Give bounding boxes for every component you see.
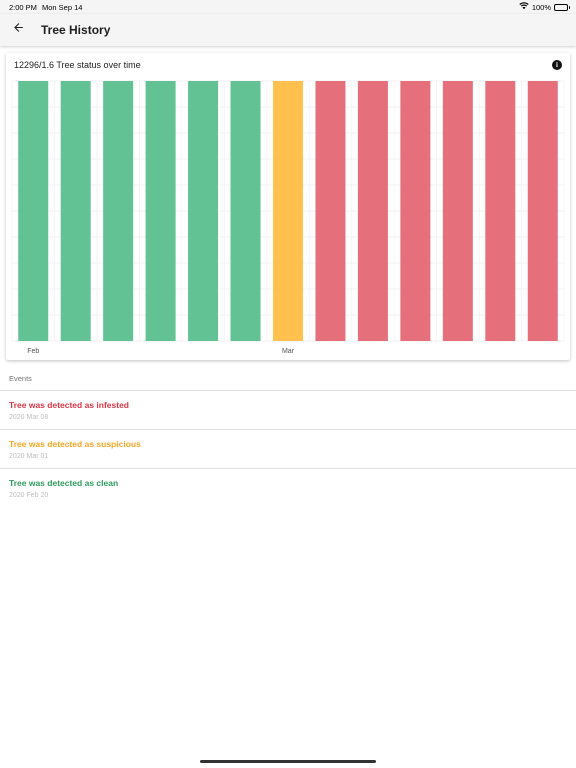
page-title: Tree History: [41, 23, 111, 37]
back-button[interactable]: [6, 18, 30, 42]
bar-clean[interactable]: [103, 81, 134, 341]
battery-percent: 100%: [531, 2, 551, 12]
home-indicator: [200, 760, 376, 763]
bar-infested[interactable]: [315, 81, 346, 341]
event-date: 2020 Mar 01: [9, 453, 49, 460]
chart-card: Feb Mar 12296/1.6 Tree status over time i: [6, 53, 570, 360]
event-item-clean[interactable]: Tree was detected as clean 2020 Feb 20: [0, 469, 576, 507]
battery-icon: [554, 3, 570, 11]
event-title: Tree was detected as clean: [9, 478, 119, 488]
status-bar: 2:00 PM Mon Sep 14 100%: [0, 0, 576, 14]
status-right: 100%: [519, 2, 570, 12]
status-date: Mon Sep 14: [42, 3, 83, 12]
bar-infested[interactable]: [527, 81, 558, 341]
bar-clean[interactable]: [230, 81, 261, 341]
chart-x-ticks: Feb Mar: [27, 348, 294, 355]
event-item-infested[interactable]: Tree was detected as infested 2020 Mar 0…: [0, 391, 576, 429]
bar-infested[interactable]: [442, 81, 473, 341]
event-title: Tree was detected as suspicious: [9, 439, 141, 449]
x-tick-label: Mar: [282, 348, 295, 355]
arrow-back-icon: [12, 21, 25, 39]
bar-infested[interactable]: [485, 81, 516, 341]
bar-clean[interactable]: [60, 81, 91, 341]
bar-infested[interactable]: [400, 81, 431, 341]
event-item-suspicious[interactable]: Tree was detected as suspicious 2020 Mar…: [0, 430, 576, 468]
bar-clean[interactable]: [18, 81, 49, 341]
bar-suspicious[interactable]: [273, 81, 303, 341]
x-tick-label: Feb: [27, 348, 39, 355]
chart-title: 12296/1.6 Tree status over time: [14, 60, 141, 70]
bar-infested[interactable]: [357, 81, 388, 341]
status-chart: Feb Mar: [11, 80, 565, 355]
event-date: 2020 Feb 20: [9, 492, 49, 499]
bar-clean[interactable]: [188, 81, 219, 341]
bar-clean[interactable]: [145, 81, 176, 341]
wifi-icon: [519, 2, 529, 12]
events-header: Events: [9, 374, 32, 383]
event-date: 2020 Mar 08: [9, 414, 49, 421]
status-time: 2:00 PM: [9, 3, 37, 12]
app-bar: Tree History: [0, 14, 576, 46]
info-icon[interactable]: i: [552, 60, 562, 70]
event-title: Tree was detected as infested: [9, 400, 129, 410]
